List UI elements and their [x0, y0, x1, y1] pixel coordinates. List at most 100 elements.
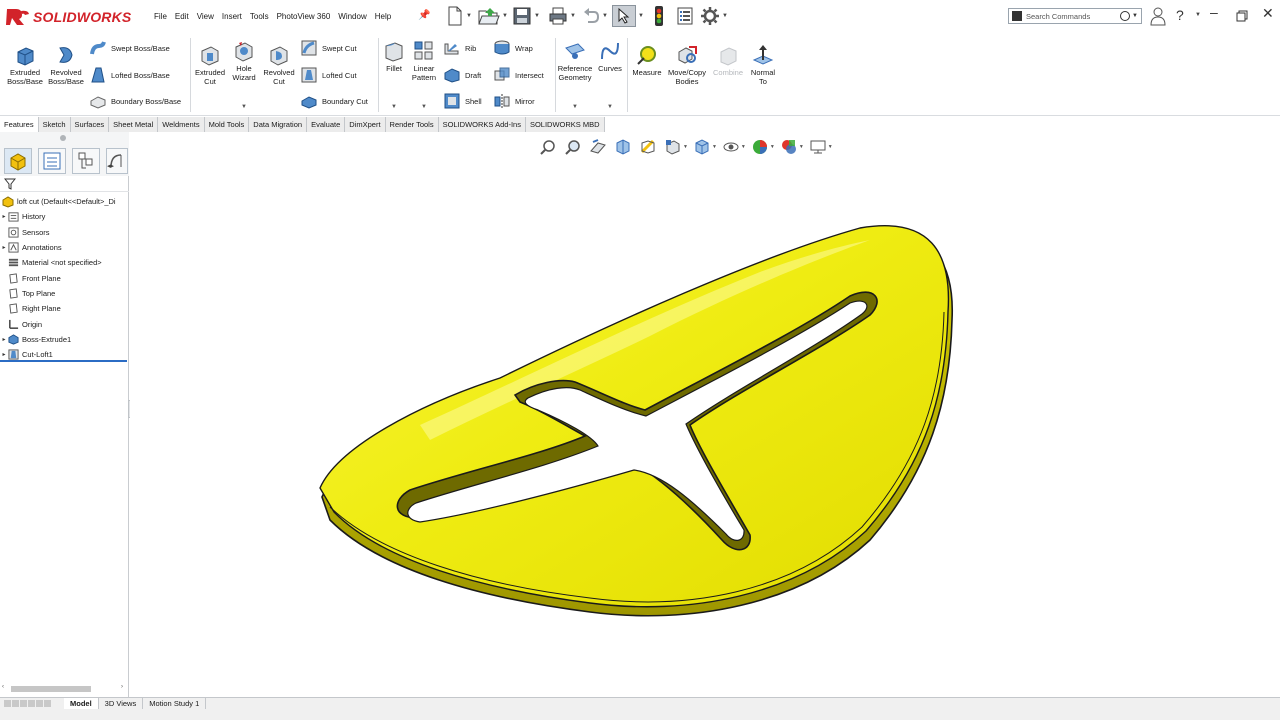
panel-scroll-left-icon[interactable]: ◂▸: [107, 162, 114, 170]
section-view-icon[interactable]: [615, 139, 631, 155]
tree-item-front-plane[interactable]: Front Plane: [0, 270, 129, 285]
expand-arrow-icon[interactable]: ▸: [0, 351, 8, 358]
extruded-boss-button[interactable]: Extruded Boss/Base: [4, 44, 46, 86]
revolved-cut-button[interactable]: Revolved Cut: [261, 44, 297, 86]
menu-insert[interactable]: Insert: [218, 11, 246, 23]
extruded-cut-button[interactable]: Extruded Cut: [193, 44, 227, 86]
tab-3d-views[interactable]: 3D Views: [99, 698, 144, 709]
tree-item-right-plane[interactable]: Right Plane: [0, 301, 129, 316]
expand-arrow-icon[interactable]: ▸: [0, 244, 8, 251]
tab-solidworks-addins[interactable]: SOLIDWORKS Add-Ins: [438, 117, 526, 132]
tab-navigation-arrows[interactable]: [0, 698, 64, 709]
tab-model[interactable]: Model: [64, 698, 99, 709]
expand-arrow-icon[interactable]: ▸: [0, 336, 8, 343]
minimize-button[interactable]: –: [1210, 4, 1218, 20]
dynamic-annotation-icon[interactable]: [640, 139, 656, 155]
tab-dimxpert[interactable]: DimXpert: [345, 117, 386, 132]
scroll-right-icon[interactable]: ›: [121, 684, 123, 690]
mirror-button[interactable]: Mirror: [494, 93, 535, 109]
tree-item-history[interactable]: ▸ History: [0, 209, 129, 224]
chevron-down-icon[interactable]: ▼: [466, 13, 472, 19]
configuration-manager-tab[interactable]: [72, 148, 100, 174]
tab-surfaces[interactable]: Surfaces: [70, 117, 110, 132]
chevron-down-icon[interactable]: ▼: [534, 13, 540, 19]
tab-mold-tools[interactable]: Mold Tools: [204, 117, 250, 132]
chevron-down-icon[interactable]: ▼: [1132, 13, 1138, 19]
horizontal-scrollbar[interactable]: ‹ ›: [2, 684, 126, 693]
tab-render-tools[interactable]: Render Tools: [385, 117, 439, 132]
tab-features[interactable]: Features: [0, 117, 39, 132]
tree-item-origin[interactable]: Origin: [0, 316, 129, 331]
menu-tools[interactable]: Tools: [246, 11, 273, 23]
tree-item-sensors[interactable]: Sensors: [0, 225, 129, 240]
tab-data-migration[interactable]: Data Migration: [249, 117, 308, 132]
previous-view-icon[interactable]: [590, 139, 606, 155]
file-properties-button[interactable]: [676, 5, 694, 27]
tab-solidworks-mbd[interactable]: SOLIDWORKS MBD: [525, 117, 605, 132]
zoom-to-fit-icon[interactable]: [540, 139, 556, 155]
swept-boss-button[interactable]: Swept Boss/Base: [90, 40, 170, 56]
chevron-down-icon[interactable]: ▼: [722, 13, 728, 19]
chevron-down-icon[interactable]: ▼: [1195, 12, 1201, 18]
menu-window[interactable]: Window: [334, 11, 370, 23]
pin-icon[interactable]: 📌: [418, 10, 430, 21]
chevron-down-icon[interactable]: ▼: [572, 104, 578, 110]
draft-button[interactable]: Draft: [444, 67, 481, 83]
chevron-down-icon[interactable]: ▼: [602, 13, 608, 19]
menu-file[interactable]: File: [150, 11, 171, 23]
chevron-down-icon[interactable]: ▼: [683, 144, 688, 150]
zoom-to-area-icon[interactable]: [565, 139, 581, 155]
apply-scene-icon[interactable]: [781, 139, 797, 155]
menu-view[interactable]: View: [193, 11, 218, 23]
menu-help[interactable]: Help: [371, 11, 395, 23]
chevron-down-icon[interactable]: ▼: [241, 104, 247, 110]
open-button[interactable]: ▼: [478, 5, 508, 27]
boundary-boss-button[interactable]: Boundary Boss/Base: [90, 93, 181, 109]
undo-button[interactable]: ▼: [582, 5, 608, 27]
help-icon[interactable]: ?: [1176, 7, 1184, 23]
menu-photoview[interactable]: PhotoView 360: [273, 11, 335, 23]
options-button[interactable]: ▼: [700, 5, 728, 27]
chevron-down-icon[interactable]: ▼: [391, 104, 397, 110]
chevron-down-icon[interactable]: ▼: [770, 144, 775, 150]
menu-edit[interactable]: Edit: [171, 11, 193, 23]
graphics-area[interactable]: [130, 132, 1280, 697]
chevron-down-icon[interactable]: ▼: [570, 13, 576, 19]
dimxpert-manager-tab[interactable]: [106, 148, 128, 174]
edit-appearance-icon[interactable]: [752, 139, 768, 155]
boundary-cut-button[interactable]: Boundary Cut: [301, 93, 368, 109]
hole-wizard-button[interactable]: Hole Wizard: [229, 40, 259, 82]
property-manager-tab[interactable]: [38, 148, 66, 174]
search-icon[interactable]: [1120, 11, 1131, 21]
lofted-cut-button[interactable]: Lofted Cut: [301, 67, 357, 83]
tab-motion-study-1[interactable]: Motion Study 1: [143, 698, 207, 709]
chevron-down-icon[interactable]: ▼: [607, 104, 613, 110]
lofted-boss-button[interactable]: Lofted Boss/Base: [90, 67, 170, 83]
intersect-button[interactable]: Intersect: [494, 67, 544, 83]
combine-button[interactable]: Combine: [710, 44, 746, 78]
rebuild-button[interactable]: [652, 5, 666, 27]
close-icon[interactable]: ✕: [1262, 5, 1274, 22]
revolved-boss-button[interactable]: Revolved Boss/Base: [46, 44, 86, 86]
hide-show-items-icon[interactable]: [723, 139, 739, 155]
tab-weldments[interactable]: Weldments: [158, 117, 205, 132]
select-button[interactable]: ▼: [612, 5, 644, 27]
print-button[interactable]: ▼: [548, 5, 576, 27]
rib-button[interactable]: Rib: [444, 40, 476, 56]
chevron-down-icon[interactable]: ▼: [502, 13, 508, 19]
tree-item-material[interactable]: Material <not specified>: [0, 255, 129, 270]
fillet-button[interactable]: Fillet: [382, 40, 406, 74]
reference-geometry-button[interactable]: Reference Geometry: [556, 40, 594, 82]
tree-item-annotations[interactable]: ▸ Annotations: [0, 240, 129, 255]
chevron-down-icon[interactable]: ▼: [712, 144, 717, 150]
tab-sheet-metal[interactable]: Sheet Metal: [109, 117, 159, 132]
filter-icon[interactable]: [4, 178, 16, 190]
user-account-icon[interactable]: [1150, 6, 1166, 26]
tree-item-top-plane[interactable]: Top Plane: [0, 286, 129, 301]
move-copy-bodies-button[interactable]: Move/Copy Bodies: [666, 44, 708, 86]
linear-pattern-button[interactable]: Linear Pattern: [408, 40, 440, 82]
display-style-icon[interactable]: [694, 139, 710, 155]
view-settings-icon[interactable]: [810, 139, 826, 155]
restore-icon[interactable]: [1236, 10, 1248, 22]
new-document-button[interactable]: ▼: [446, 5, 472, 27]
